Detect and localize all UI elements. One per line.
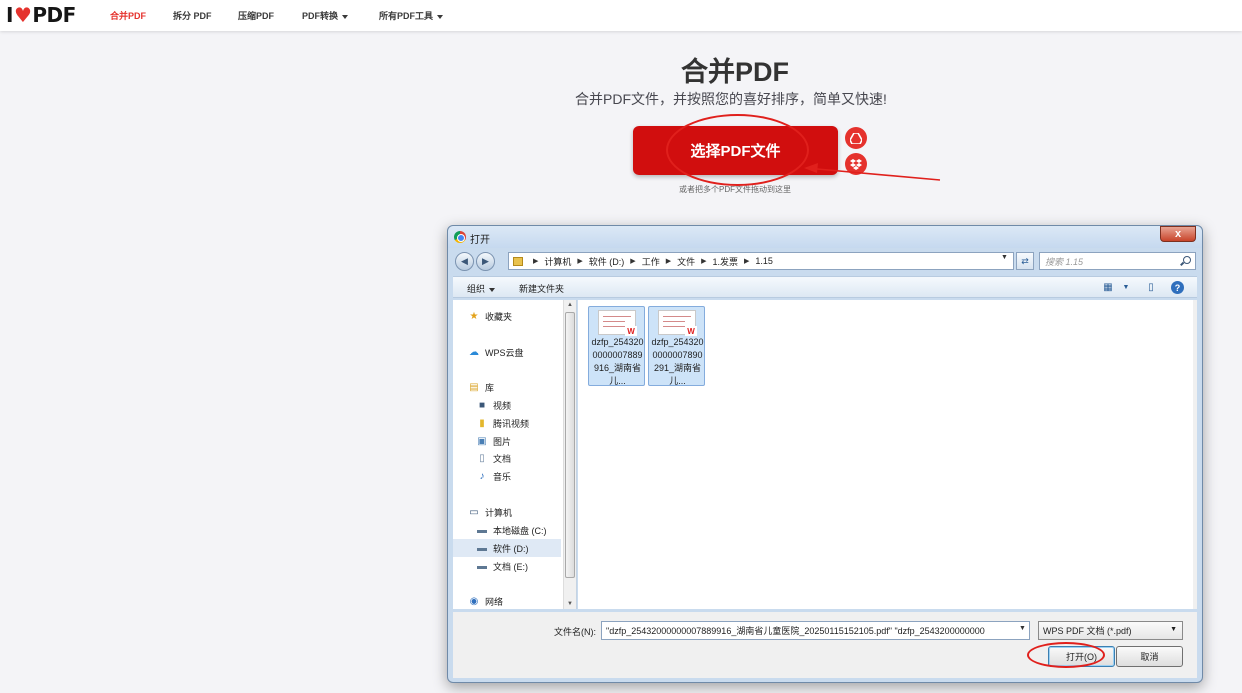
nav-wps-cloud[interactable]: ☁ WPS云盘 <box>468 346 524 359</box>
view-options-icon[interactable]: ▦ <box>1101 281 1115 294</box>
address-bar[interactable]: ▶ 计算机 ▶ 软件 (D:) ▶ 工作 ▶ 文件 ▶ 1.发票 ▶ 1.15 <box>508 252 1014 270</box>
nav-computer[interactable]: ▭ 计算机 <box>468 506 512 519</box>
star-icon: ★ <box>469 311 479 322</box>
filename-label: 文件名(N): <box>554 627 596 637</box>
address-dropdown-icon[interactable]: ▼ <box>1001 254 1008 261</box>
breadcrumb-item[interactable]: 文件 <box>677 255 695 268</box>
annotation-ellipse <box>1027 642 1105 668</box>
file-list-pane: W dzfp_2543200000007889916_湖南省儿... W dzf… <box>578 300 1197 609</box>
forward-button[interactable]: ▶ <box>476 252 495 271</box>
nav-drive-d[interactable]: ▬ 软件 (D:) <box>453 539 561 557</box>
wps-pdf-icon: W <box>685 326 697 336</box>
scrollbar-thumb[interactable] <box>565 312 575 578</box>
nav-library-documents[interactable]: ▯ 文档 <box>476 452 511 465</box>
nav-library-pictures[interactable]: ▣ 图片 <box>476 435 511 448</box>
nav-library[interactable]: ▤ 库 <box>468 381 494 394</box>
drive-icon: ▬ <box>477 561 487 572</box>
dialog-close-button[interactable]: x <box>1160 226 1196 242</box>
new-folder-button[interactable]: 新建文件夹 <box>519 282 564 295</box>
nav-library-videos[interactable]: ■ 视频 <box>476 399 511 412</box>
cancel-button[interactable]: 取消 <box>1116 646 1183 667</box>
music-icon: ♪ <box>479 471 485 482</box>
address-row: ◀ ▶ ▶ 计算机 ▶ 软件 (D:) ▶ 工作 ▶ 文件 ▶ 1.发票 ▶ 1… <box>453 251 1197 273</box>
scroll-up-icon[interactable]: ▲ <box>567 302 573 308</box>
dialog-title: 打开 <box>470 235 490 246</box>
dialog-toolbar: 组织 新建文件夹 ▦ ▼ ▯ ? <box>453 276 1197 298</box>
video-icon: ■ <box>478 400 486 411</box>
nav-drive-e[interactable]: ▬ 文档 (E:) <box>476 560 528 573</box>
picture-icon: ▣ <box>477 436 487 447</box>
breadcrumb-item[interactable]: 1.15 <box>755 256 773 266</box>
library-icon: ▤ <box>469 382 479 393</box>
cloud-icon: ☁ <box>469 347 479 358</box>
nav-pane-scrollbar[interactable]: ▲ ▼ <box>563 300 576 609</box>
filename-dropdown-icon[interactable]: ▼ <box>1019 625 1026 632</box>
chevron-down-icon[interactable]: ▼ <box>1119 281 1133 294</box>
pdf-thumbnail: W <box>598 310 637 336</box>
open-file-dialog: 打开 x ◀ ▶ ▶ 计算机 ▶ 软件 (D:) ▶ 工作 ▶ 文件 ▶ 1.发… <box>447 225 1203 683</box>
chrome-icon <box>454 231 466 243</box>
filetype-select[interactable]: WPS PDF 文档 (*.pdf) ▼ <box>1038 621 1183 640</box>
organize-menu[interactable]: 组织 <box>467 282 496 295</box>
file-name: dzfp_2543200000007889916_湖南省儿... <box>591 337 644 386</box>
breadcrumb-item[interactable]: 软件 (D:) <box>589 255 625 268</box>
chevron-down-icon: ▼ <box>1170 626 1177 633</box>
breadcrumb-item[interactable]: 1.发票 <box>713 255 739 268</box>
chevron-down-icon <box>489 287 496 292</box>
file-item[interactable]: W dzfp_2543200000007890291_湖南省儿... <box>648 306 705 386</box>
nav-library-music[interactable]: ♪ 音乐 <box>476 470 512 483</box>
scroll-down-icon[interactable]: ▼ <box>567 601 573 607</box>
refresh-button[interactable]: ⇄ <box>1016 252 1034 270</box>
back-button[interactable]: ◀ <box>455 252 474 271</box>
search-input[interactable]: 搜索 1.15 <box>1039 252 1196 270</box>
nav-library-tencent-video[interactable]: ▮ 腾讯视频 <box>476 417 529 430</box>
pdf-thumbnail: W <box>658 310 697 336</box>
nav-favorites[interactable]: ★ 收藏夹 <box>468 310 513 323</box>
file-list-scrollbar[interactable] <box>1193 300 1197 609</box>
network-icon: ◉ <box>469 596 479 607</box>
preview-pane-icon[interactable]: ▯ <box>1144 281 1158 294</box>
breadcrumb-item[interactable]: 计算机 <box>544 255 571 268</box>
filename-input[interactable]: "dzfp_25432000000007889916_湖南省儿童医院_20250… <box>601 621 1030 640</box>
drive-icon: ▬ <box>477 525 487 536</box>
folder-icon <box>513 256 523 266</box>
folder-icon: ▮ <box>479 418 485 429</box>
computer-icon: ▭ <box>469 507 479 518</box>
document-icon: ▯ <box>479 453 485 464</box>
help-icon[interactable]: ? <box>1171 281 1184 294</box>
dialog-titlebar[interactable]: 打开 x <box>448 226 1202 248</box>
nav-drive-c[interactable]: ▬ 本地磁盘 (C:) <box>476 524 547 537</box>
search-icon <box>1183 256 1191 264</box>
wps-pdf-icon: W <box>625 326 637 336</box>
drive-icon: ▬ <box>477 542 487 554</box>
navigation-pane: ★ 收藏夹 ☁ WPS云盘 ▤ 库 ■ 视频 ▮ 腾讯视频 ▣ 图片 ▯ 文档 ♪ 音乐 ▭ 计算… <box>453 300 577 609</box>
nav-network[interactable]: ◉ 网络 <box>468 595 503 608</box>
breadcrumb-item[interactable]: 工作 <box>642 255 660 268</box>
file-name: dzfp_2543200000007890291_湖南省儿... <box>651 337 704 386</box>
file-item[interactable]: W dzfp_2543200000007889916_湖南省儿... <box>588 306 645 386</box>
